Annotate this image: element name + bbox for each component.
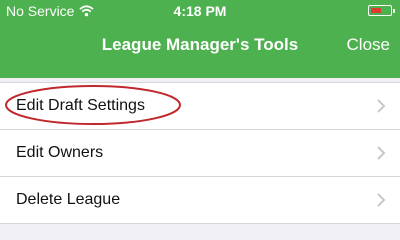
close-button[interactable]: Close (347, 35, 390, 55)
list-item-label: Edit Draft Settings (16, 97, 145, 114)
battery-level (371, 8, 381, 13)
list-item-label: Edit Owners (16, 144, 104, 161)
list-item-edit-draft-settings[interactable]: Edit Draft Settings (0, 83, 400, 130)
list-item-edit-owners[interactable]: Edit Owners (0, 130, 400, 177)
list-item-delete-league[interactable]: Delete League (0, 177, 400, 224)
list-item-label: Delete League (16, 191, 121, 208)
chevron-right-icon (377, 146, 386, 160)
navigation-header: No Service 4:18 PM League Manager's Tool… (0, 0, 400, 78)
chevron-right-icon (377, 99, 386, 113)
chevron-right-icon (377, 193, 386, 207)
tools-list: Edit Draft Settings Edit Owners Delete L… (0, 82, 400, 224)
battery-icon (368, 5, 395, 16)
status-time: 4:18 PM (173, 3, 227, 19)
status-bar: No Service 4:18 PM (0, 0, 400, 22)
page-title: League Manager's Tools (101, 35, 299, 54)
